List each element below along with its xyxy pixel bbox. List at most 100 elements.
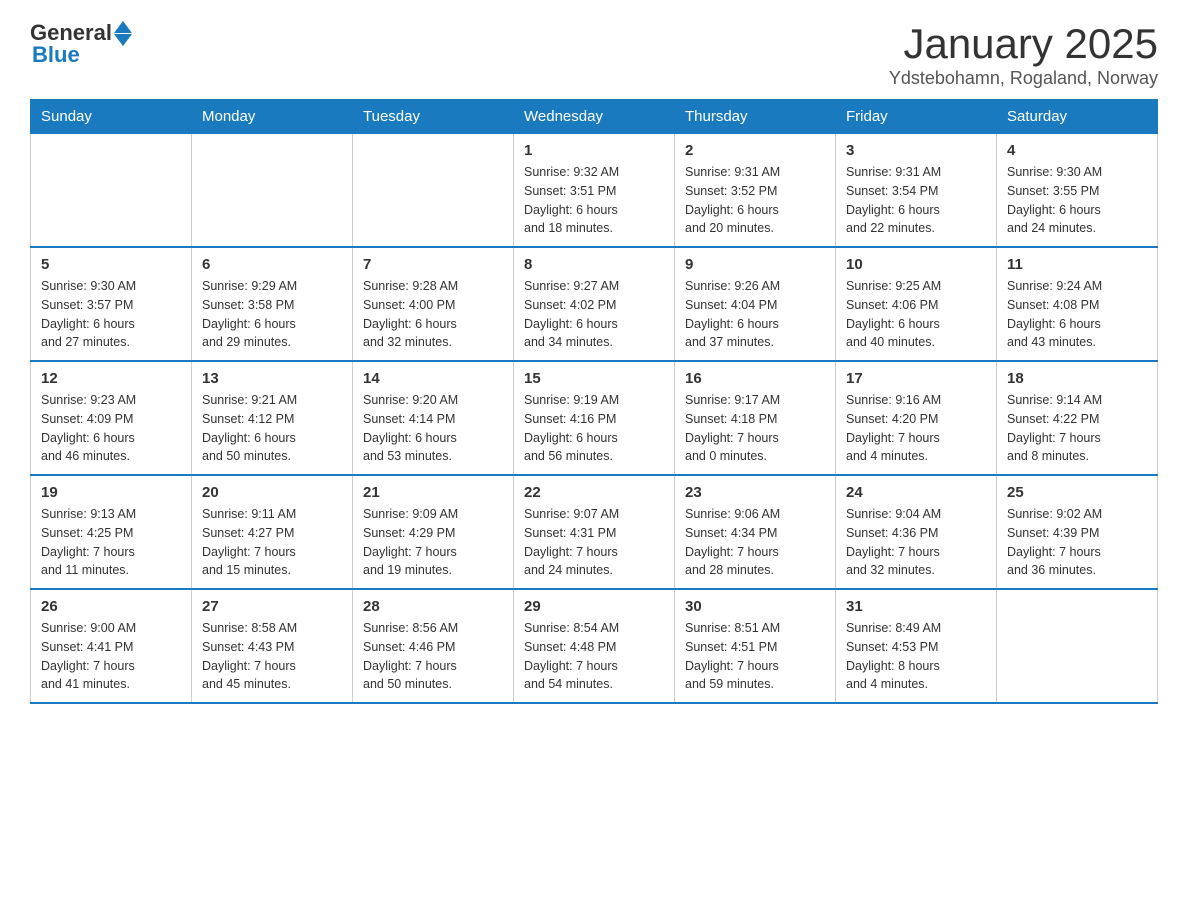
calendar-cell: 14Sunrise: 9:20 AM Sunset: 4:14 PM Dayli… bbox=[353, 361, 514, 475]
calendar-cell: 27 Sunrise: 8:58 AM Sunset: 4:43 PM Dayli… bbox=[192, 589, 353, 703]
header-thursday: Thursday bbox=[675, 100, 836, 134]
sun-info: Sunrise: 9:28 AM Sunset: 4:00 PM Dayligh… bbox=[363, 277, 503, 352]
sun-info: Sunrise: 8:56 AM Sunset: 4:46 PM Dayligh… bbox=[363, 619, 503, 694]
calendar-cell: 19 Sunrise: 9:13 AM Sunset: 4:25 PM Dayli… bbox=[31, 475, 192, 589]
day-number: 7 bbox=[363, 256, 503, 273]
calendar-cell: 20 Sunrise: 9:11 AM Sunset: 4:27 PM Dayli… bbox=[192, 475, 353, 589]
sun-info: Sunrise: 9:20 AM Sunset: 4:14 PM Dayligh… bbox=[363, 391, 503, 466]
day-number: 11 bbox=[1007, 256, 1147, 273]
calendar-cell: 15 Sunrise: 9:19 AM Sunset: 4:16 PM Dayli… bbox=[514, 361, 675, 475]
sun-info: Sunrise: 9:07 AM Sunset: 4:31 PM Dayligh… bbox=[524, 505, 664, 580]
calendar-cell bbox=[31, 134, 192, 248]
calendar-cell: 25 Sunrise: 9:02 AM Sunset: 4:39 PM Dayli… bbox=[997, 475, 1158, 589]
day-number: 12 bbox=[41, 370, 181, 387]
day-number: 25 bbox=[1007, 484, 1147, 501]
day-number: 17 bbox=[846, 370, 986, 387]
sun-info: Sunrise: 9:04 AM Sunset: 4:36 PM Dayligh… bbox=[846, 505, 986, 580]
sun-info: Sunrise: 9:17 AM Sunset: 4:18 PM Dayligh… bbox=[685, 391, 825, 466]
day-number: 10 bbox=[846, 256, 986, 273]
day-number: 20 bbox=[202, 484, 342, 501]
logo-blue: Blue bbox=[32, 42, 80, 68]
calendar-cell: 23Sunrise: 9:06 AM Sunset: 4:34 PM Dayli… bbox=[675, 475, 836, 589]
calendar-cell: 7 Sunrise: 9:28 AM Sunset: 4:00 PM Daylig… bbox=[353, 247, 514, 361]
sun-info: Sunrise: 9:29 AM Sunset: 3:58 PM Dayligh… bbox=[202, 277, 342, 352]
sun-info: Sunrise: 9:30 AM Sunset: 3:55 PM Dayligh… bbox=[1007, 163, 1147, 238]
day-number: 13 bbox=[202, 370, 342, 387]
logo-triangle-down bbox=[114, 34, 132, 46]
day-number: 30 bbox=[685, 598, 825, 615]
sun-info: Sunrise: 8:49 AM Sunset: 4:53 PM Dayligh… bbox=[846, 619, 986, 694]
calendar-cell: 16 Sunrise: 9:17 AM Sunset: 4:18 PM Dayli… bbox=[675, 361, 836, 475]
header-saturday: Saturday bbox=[997, 100, 1158, 134]
calendar-cell: 10 Sunrise: 9:25 AM Sunset: 4:06 PM Dayli… bbox=[836, 247, 997, 361]
sun-info: Sunrise: 8:54 AM Sunset: 4:48 PM Dayligh… bbox=[524, 619, 664, 694]
calendar-cell: 21 Sunrise: 9:09 AM Sunset: 4:29 PM Dayli… bbox=[353, 475, 514, 589]
sun-info: Sunrise: 9:09 AM Sunset: 4:29 PM Dayligh… bbox=[363, 505, 503, 580]
calendar-cell: 13 Sunrise: 9:21 AM Sunset: 4:12 PM Dayli… bbox=[192, 361, 353, 475]
day-number: 31 bbox=[846, 598, 986, 615]
header-sunday: Sunday bbox=[31, 100, 192, 134]
calendar-cell bbox=[192, 134, 353, 248]
calendar-cell: 31 Sunrise: 8:49 AM Sunset: 4:53 PM Dayli… bbox=[836, 589, 997, 703]
day-number: 2 bbox=[685, 142, 825, 159]
sun-info: Sunrise: 9:26 AM Sunset: 4:04 PM Dayligh… bbox=[685, 277, 825, 352]
day-number: 8 bbox=[524, 256, 664, 273]
calendar-cell bbox=[997, 589, 1158, 703]
calendar-cell: 8Sunrise: 9:27 AM Sunset: 4:02 PM Daylig… bbox=[514, 247, 675, 361]
sun-info: Sunrise: 9:11 AM Sunset: 4:27 PM Dayligh… bbox=[202, 505, 342, 580]
calendar-cell: 29 Sunrise: 8:54 AM Sunset: 4:48 PM Dayli… bbox=[514, 589, 675, 703]
calendar-cell: 22 Sunrise: 9:07 AM Sunset: 4:31 PM Dayli… bbox=[514, 475, 675, 589]
calendar-cell: 26Sunrise: 9:00 AM Sunset: 4:41 PM Dayli… bbox=[31, 589, 192, 703]
calendar-cell bbox=[353, 134, 514, 248]
sun-info: Sunrise: 9:25 AM Sunset: 4:06 PM Dayligh… bbox=[846, 277, 986, 352]
day-number: 28 bbox=[363, 598, 503, 615]
day-number: 26 bbox=[41, 598, 181, 615]
day-number: 21 bbox=[363, 484, 503, 501]
day-number: 15 bbox=[524, 370, 664, 387]
logo: General Blue bbox=[30, 20, 132, 68]
title-section: January 2025 Ydstebohamn, Rogaland, Norw… bbox=[889, 20, 1158, 89]
calendar-header-row: Sunday Monday Tuesday Wednesday Thursday… bbox=[31, 100, 1158, 134]
header-tuesday: Tuesday bbox=[353, 100, 514, 134]
calendar-cell: 12 Sunrise: 9:23 AM Sunset: 4:09 PM Dayli… bbox=[31, 361, 192, 475]
calendar-cell: 30Sunrise: 8:51 AM Sunset: 4:51 PM Dayli… bbox=[675, 589, 836, 703]
sun-info: Sunrise: 9:24 AM Sunset: 4:08 PM Dayligh… bbox=[1007, 277, 1147, 352]
day-number: 16 bbox=[685, 370, 825, 387]
page-header: General Blue January 2025 Ydstebohamn, R… bbox=[30, 20, 1158, 89]
day-number: 22 bbox=[524, 484, 664, 501]
calendar-week-row: 5Sunrise: 9:30 AM Sunset: 3:57 PM Daylig… bbox=[31, 247, 1158, 361]
day-number: 29 bbox=[524, 598, 664, 615]
sun-info: Sunrise: 9:02 AM Sunset: 4:39 PM Dayligh… bbox=[1007, 505, 1147, 580]
location: Ydstebohamn, Rogaland, Norway bbox=[889, 68, 1158, 89]
day-number: 24 bbox=[846, 484, 986, 501]
calendar-cell: 17Sunrise: 9:16 AM Sunset: 4:20 PM Dayli… bbox=[836, 361, 997, 475]
day-number: 5 bbox=[41, 256, 181, 273]
header-monday: Monday bbox=[192, 100, 353, 134]
day-number: 4 bbox=[1007, 142, 1147, 159]
day-number: 9 bbox=[685, 256, 825, 273]
calendar-cell: 4 Sunrise: 9:30 AM Sunset: 3:55 PM Daylig… bbox=[997, 134, 1158, 248]
calendar-cell: 1Sunrise: 9:32 AM Sunset: 3:51 PM Daylig… bbox=[514, 134, 675, 248]
calendar-cell: 6 Sunrise: 9:29 AM Sunset: 3:58 PM Daylig… bbox=[192, 247, 353, 361]
day-number: 23 bbox=[685, 484, 825, 501]
sun-info: Sunrise: 9:14 AM Sunset: 4:22 PM Dayligh… bbox=[1007, 391, 1147, 466]
calendar-cell: 18Sunrise: 9:14 AM Sunset: 4:22 PM Dayli… bbox=[997, 361, 1158, 475]
sun-info: Sunrise: 9:19 AM Sunset: 4:16 PM Dayligh… bbox=[524, 391, 664, 466]
day-number: 27 bbox=[202, 598, 342, 615]
day-number: 1 bbox=[524, 142, 664, 159]
day-number: 6 bbox=[202, 256, 342, 273]
calendar-cell: 24 Sunrise: 9:04 AM Sunset: 4:36 PM Dayli… bbox=[836, 475, 997, 589]
calendar-week-row: 1Sunrise: 9:32 AM Sunset: 3:51 PM Daylig… bbox=[31, 134, 1158, 248]
sun-info: Sunrise: 9:13 AM Sunset: 4:25 PM Dayligh… bbox=[41, 505, 181, 580]
calendar-cell: 11 Sunrise: 9:24 AM Sunset: 4:08 PM Dayli… bbox=[997, 247, 1158, 361]
sun-info: Sunrise: 9:23 AM Sunset: 4:09 PM Dayligh… bbox=[41, 391, 181, 466]
calendar-cell: 3Sunrise: 9:31 AM Sunset: 3:54 PM Daylig… bbox=[836, 134, 997, 248]
sun-info: Sunrise: 8:58 AM Sunset: 4:43 PM Dayligh… bbox=[202, 619, 342, 694]
sun-info: Sunrise: 9:21 AM Sunset: 4:12 PM Dayligh… bbox=[202, 391, 342, 466]
month-title: January 2025 bbox=[889, 20, 1158, 68]
day-number: 19 bbox=[41, 484, 181, 501]
calendar-cell: 9 Sunrise: 9:26 AM Sunset: 4:04 PM Daylig… bbox=[675, 247, 836, 361]
calendar-cell: 28 Sunrise: 8:56 AM Sunset: 4:46 PM Dayli… bbox=[353, 589, 514, 703]
header-wednesday: Wednesday bbox=[514, 100, 675, 134]
calendar-week-row: 12 Sunrise: 9:23 AM Sunset: 4:09 PM Dayli… bbox=[31, 361, 1158, 475]
